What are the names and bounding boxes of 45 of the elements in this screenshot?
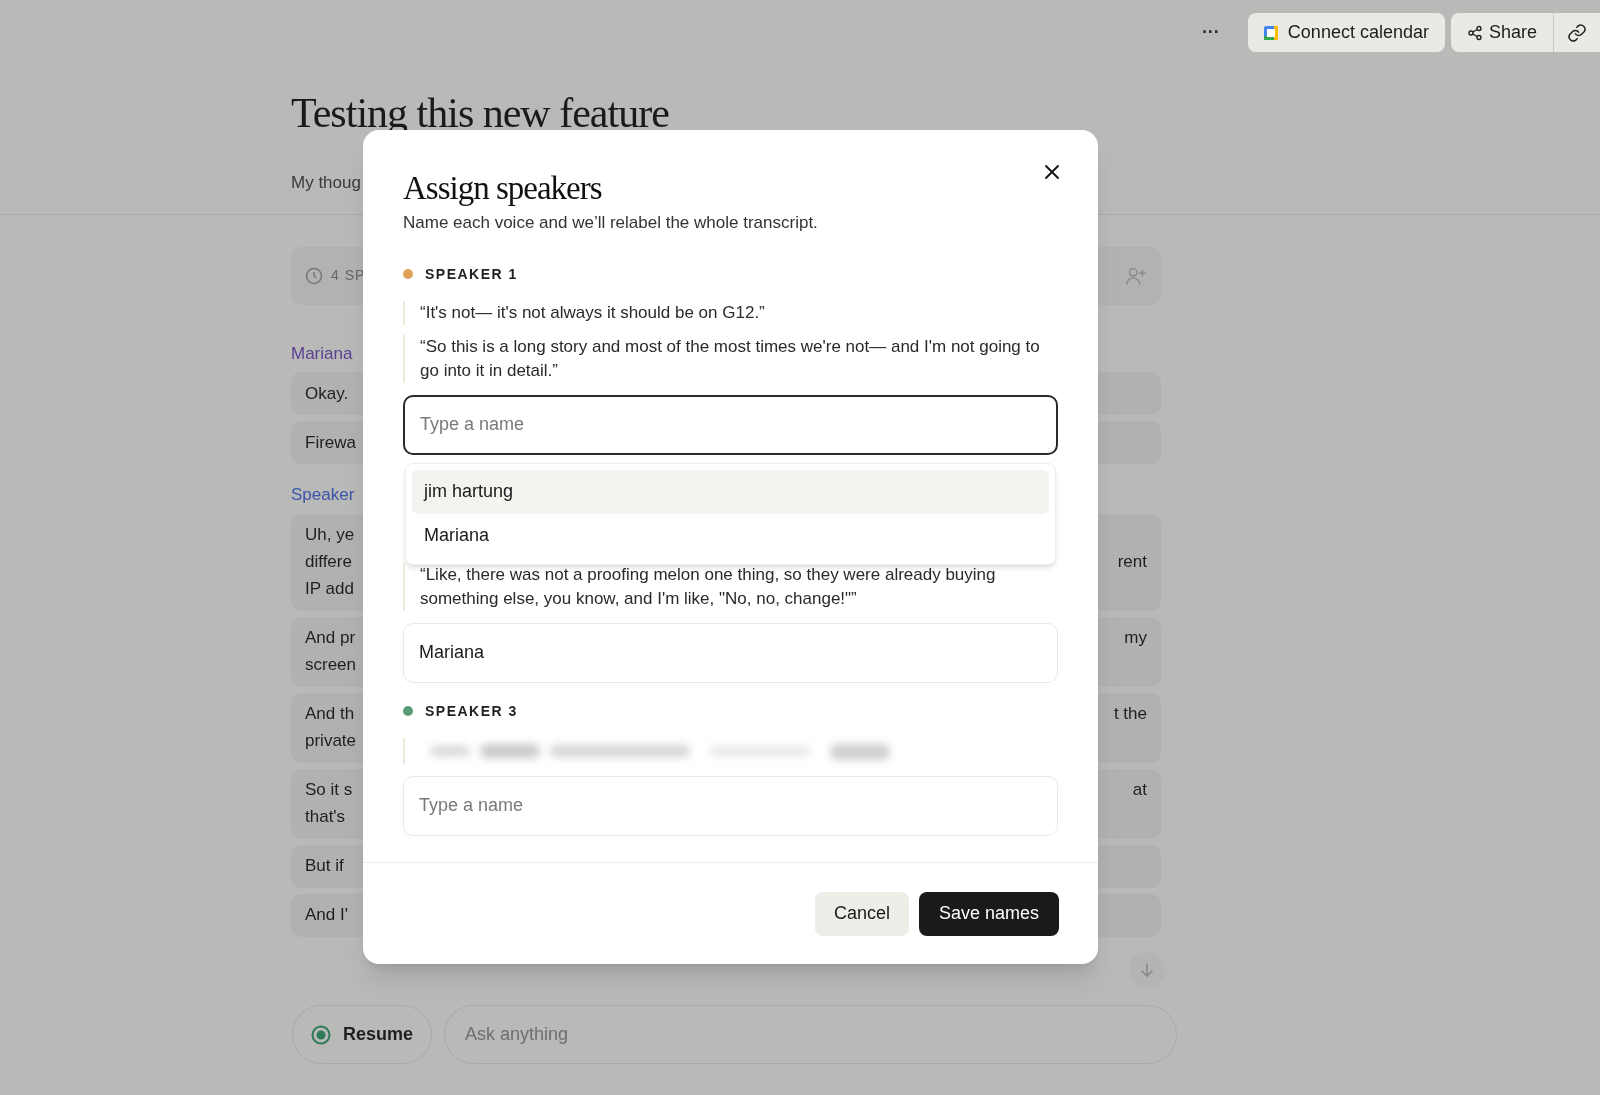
connect-calendar-button[interactable]: Connect calendar [1247, 13, 1445, 52]
cancel-button[interactable]: Cancel [814, 891, 909, 936]
quote-text: “Like, there was not a proofing melon one thing, so they were already buying something else, you know, and I'm like, "No, no, change!"” [420, 564, 996, 608]
name-field[interactable]: Mariana [403, 622, 1058, 683]
name-field[interactable]: Type a name [403, 394, 1058, 455]
speaker-name: Mariana [291, 342, 353, 365]
message-text: Okay. [305, 382, 349, 405]
message-text: And I' [305, 904, 348, 927]
quote-text: “So this is a long story and most of the most times we're not— and I'm not going to go into it in detail.” [420, 336, 1040, 380]
calendar-icon [1263, 25, 1278, 40]
document-title: Testing this new feature [291, 89, 670, 138]
message-text: IP add [305, 578, 354, 601]
ask-field[interactable]: Ask anything [444, 1005, 1178, 1064]
dialog-subtitle: Name each voice and we’ll relabel the whole transcript. [403, 212, 819, 234]
message-text: at [1132, 779, 1147, 802]
message-text: differe [305, 551, 352, 574]
message-text: So it s [305, 779, 353, 802]
dialog-title: Assign speakers [403, 170, 602, 206]
message-text: Uh, ye [305, 524, 355, 547]
message-text: And th [305, 703, 355, 726]
share-icon [1466, 24, 1483, 41]
more-button[interactable]: ··· [1201, 19, 1220, 46]
message-text: that's [305, 806, 346, 829]
speaker-label: SPEAKER 3 [425, 701, 518, 721]
speaker-count: 4 SP [331, 266, 366, 285]
speaker-name: Speaker [291, 484, 355, 506]
message-text: private [305, 730, 357, 753]
document-subtitle: My thoug [291, 172, 361, 194]
message-text: screen [305, 654, 357, 677]
close-icon [1044, 164, 1060, 180]
quote-text: “It's not— it's not always it should be on G12.” [420, 302, 765, 322]
clock-icon [305, 266, 323, 285]
arrow-down-icon [1139, 962, 1155, 978]
message-text: rent [1117, 551, 1147, 574]
speaker-label: SPEAKER 1 [425, 264, 518, 284]
suggestion-item[interactable]: Mariana [412, 513, 1049, 558]
message-text: And pr [305, 627, 356, 650]
message-text: t the [1113, 703, 1147, 726]
suggestion-item[interactable]: jim hartung [412, 469, 1049, 514]
record-icon [311, 1024, 331, 1045]
link-icon [1567, 22, 1587, 43]
message-text: my [1124, 627, 1147, 650]
save-names-button[interactable]: Save names [918, 891, 1059, 936]
message-text: Firewa [305, 431, 356, 454]
message-text: But if [305, 855, 344, 878]
